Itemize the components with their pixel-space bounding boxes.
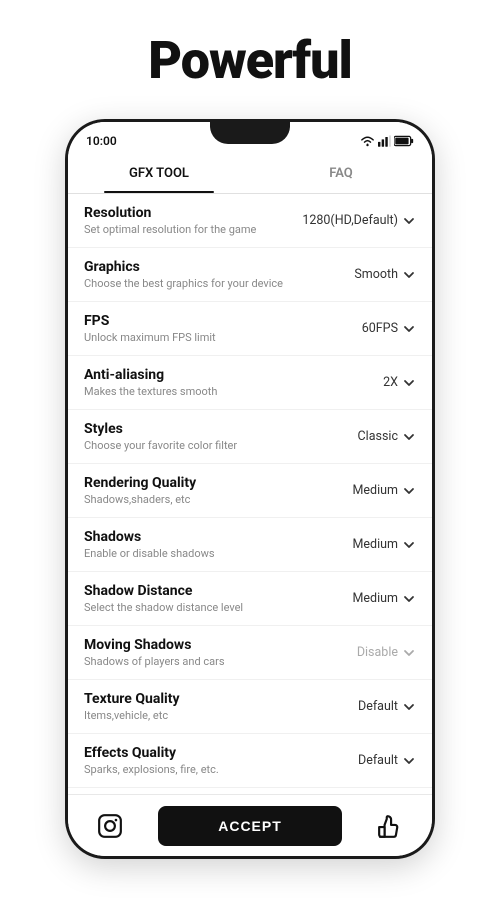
bottom-bar: ACCEPT bbox=[68, 794, 432, 856]
chevron-icon-resolution bbox=[402, 214, 416, 228]
setting-desc-shadows: Enable or disable shadows bbox=[84, 547, 336, 560]
chevron-icon-moving-shadows bbox=[402, 646, 416, 660]
setting-title-fps: FPS bbox=[84, 313, 336, 329]
chevron-icon-styles bbox=[402, 430, 416, 444]
setting-desc-texture-quality: Items,vehicle, etc bbox=[84, 709, 336, 722]
setting-desc-styles: Choose your favorite color filter bbox=[84, 439, 336, 452]
setting-item-anti-aliasing[interactable]: Anti-aliasing Makes the textures smooth2X bbox=[68, 356, 432, 410]
chevron-icon-rendering-quality bbox=[402, 484, 416, 498]
setting-value-graphics: Smooth bbox=[336, 267, 416, 282]
phone-notch bbox=[210, 122, 290, 144]
wifi-icon bbox=[360, 135, 375, 147]
chevron-icon-anti-aliasing bbox=[402, 376, 416, 390]
setting-value-shadow-distance: Medium bbox=[336, 591, 416, 606]
setting-item-effects-quality[interactable]: Effects Quality Sparks, explosions, fire,… bbox=[68, 734, 432, 788]
status-icons bbox=[360, 135, 414, 147]
setting-title-texture-quality: Texture Quality bbox=[84, 691, 336, 707]
setting-item-fps[interactable]: FPS Unlock maximum FPS limit60FPS bbox=[68, 302, 432, 356]
chevron-icon-effects-quality bbox=[402, 754, 416, 768]
setting-value-moving-shadows: Disable bbox=[336, 645, 416, 660]
setting-item-rendering-quality[interactable]: Rendering Quality Shadows,shaders, etcMed… bbox=[68, 464, 432, 518]
thumbsup-icon[interactable] bbox=[372, 808, 408, 844]
battery-icon bbox=[394, 135, 414, 147]
setting-title-anti-aliasing: Anti-aliasing bbox=[84, 367, 336, 383]
setting-value-fps: 60FPS bbox=[336, 321, 416, 336]
tabs-container: GFX TOOL FAQ bbox=[68, 154, 432, 194]
setting-value-rendering-quality: Medium bbox=[336, 483, 416, 498]
chevron-icon-shadows bbox=[402, 538, 416, 552]
chevron-icon-shadow-distance bbox=[402, 592, 416, 606]
tab-gfx-tool[interactable]: GFX TOOL bbox=[68, 154, 250, 193]
setting-value-shadows: Medium bbox=[336, 537, 416, 552]
setting-item-resolution[interactable]: Resolution Set optimal resolution for the… bbox=[68, 194, 432, 248]
tab-faq[interactable]: FAQ bbox=[250, 154, 432, 193]
setting-item-moving-shadows[interactable]: Moving Shadows Shadows of players and car… bbox=[68, 626, 432, 680]
setting-title-styles: Styles bbox=[84, 421, 336, 437]
setting-desc-graphics: Choose the best graphics for your device bbox=[84, 277, 336, 290]
status-time: 10:00 bbox=[86, 134, 117, 148]
chevron-icon-graphics bbox=[402, 268, 416, 282]
setting-title-resolution: Resolution bbox=[84, 205, 302, 221]
setting-value-resolution: 1280(HD,Default) bbox=[302, 213, 416, 228]
setting-item-graphics[interactable]: Graphics Choose the best graphics for you… bbox=[68, 248, 432, 302]
instagram-icon[interactable] bbox=[92, 808, 128, 844]
accept-button[interactable]: ACCEPT bbox=[158, 806, 342, 846]
setting-value-effects-quality: Default bbox=[336, 753, 416, 768]
page-title: Powerful bbox=[148, 30, 352, 91]
setting-title-effects-quality: Effects Quality bbox=[84, 745, 336, 761]
setting-value-texture-quality: Default bbox=[336, 699, 416, 714]
chevron-icon-fps bbox=[402, 322, 416, 336]
setting-title-shadow-distance: Shadow Distance bbox=[84, 583, 336, 599]
setting-value-anti-aliasing: 2X bbox=[336, 375, 416, 390]
setting-title-shadows: Shadows bbox=[84, 529, 336, 545]
setting-desc-anti-aliasing: Makes the textures smooth bbox=[84, 385, 336, 398]
setting-value-styles: Classic bbox=[336, 429, 416, 444]
setting-title-graphics: Graphics bbox=[84, 259, 336, 275]
setting-desc-resolution: Set optimal resolution for the game bbox=[84, 223, 302, 236]
setting-desc-rendering-quality: Shadows,shaders, etc bbox=[84, 493, 336, 506]
setting-desc-shadow-distance: Select the shadow distance level bbox=[84, 601, 336, 614]
phone-screen: 10:00 bbox=[68, 122, 432, 856]
setting-title-moving-shadows: Moving Shadows bbox=[84, 637, 336, 653]
setting-item-texture-quality[interactable]: Texture Quality Items,vehicle, etcDefault bbox=[68, 680, 432, 734]
settings-list: Resolution Set optimal resolution for the… bbox=[68, 194, 432, 794]
phone-frame: 10:00 bbox=[65, 119, 435, 859]
signal-icon bbox=[378, 135, 391, 147]
setting-desc-moving-shadows: Shadows of players and cars bbox=[84, 655, 336, 668]
setting-desc-effects-quality: Sparks, explosions, fire, etc. bbox=[84, 763, 336, 776]
setting-item-shadows[interactable]: Shadows Enable or disable shadowsMedium bbox=[68, 518, 432, 572]
setting-item-shadow-distance[interactable]: Shadow Distance Select the shadow distanc… bbox=[68, 572, 432, 626]
chevron-icon-texture-quality bbox=[402, 700, 416, 714]
setting-title-rendering-quality: Rendering Quality bbox=[84, 475, 336, 491]
setting-desc-fps: Unlock maximum FPS limit bbox=[84, 331, 336, 344]
setting-item-styles[interactable]: Styles Choose your favorite color filterC… bbox=[68, 410, 432, 464]
